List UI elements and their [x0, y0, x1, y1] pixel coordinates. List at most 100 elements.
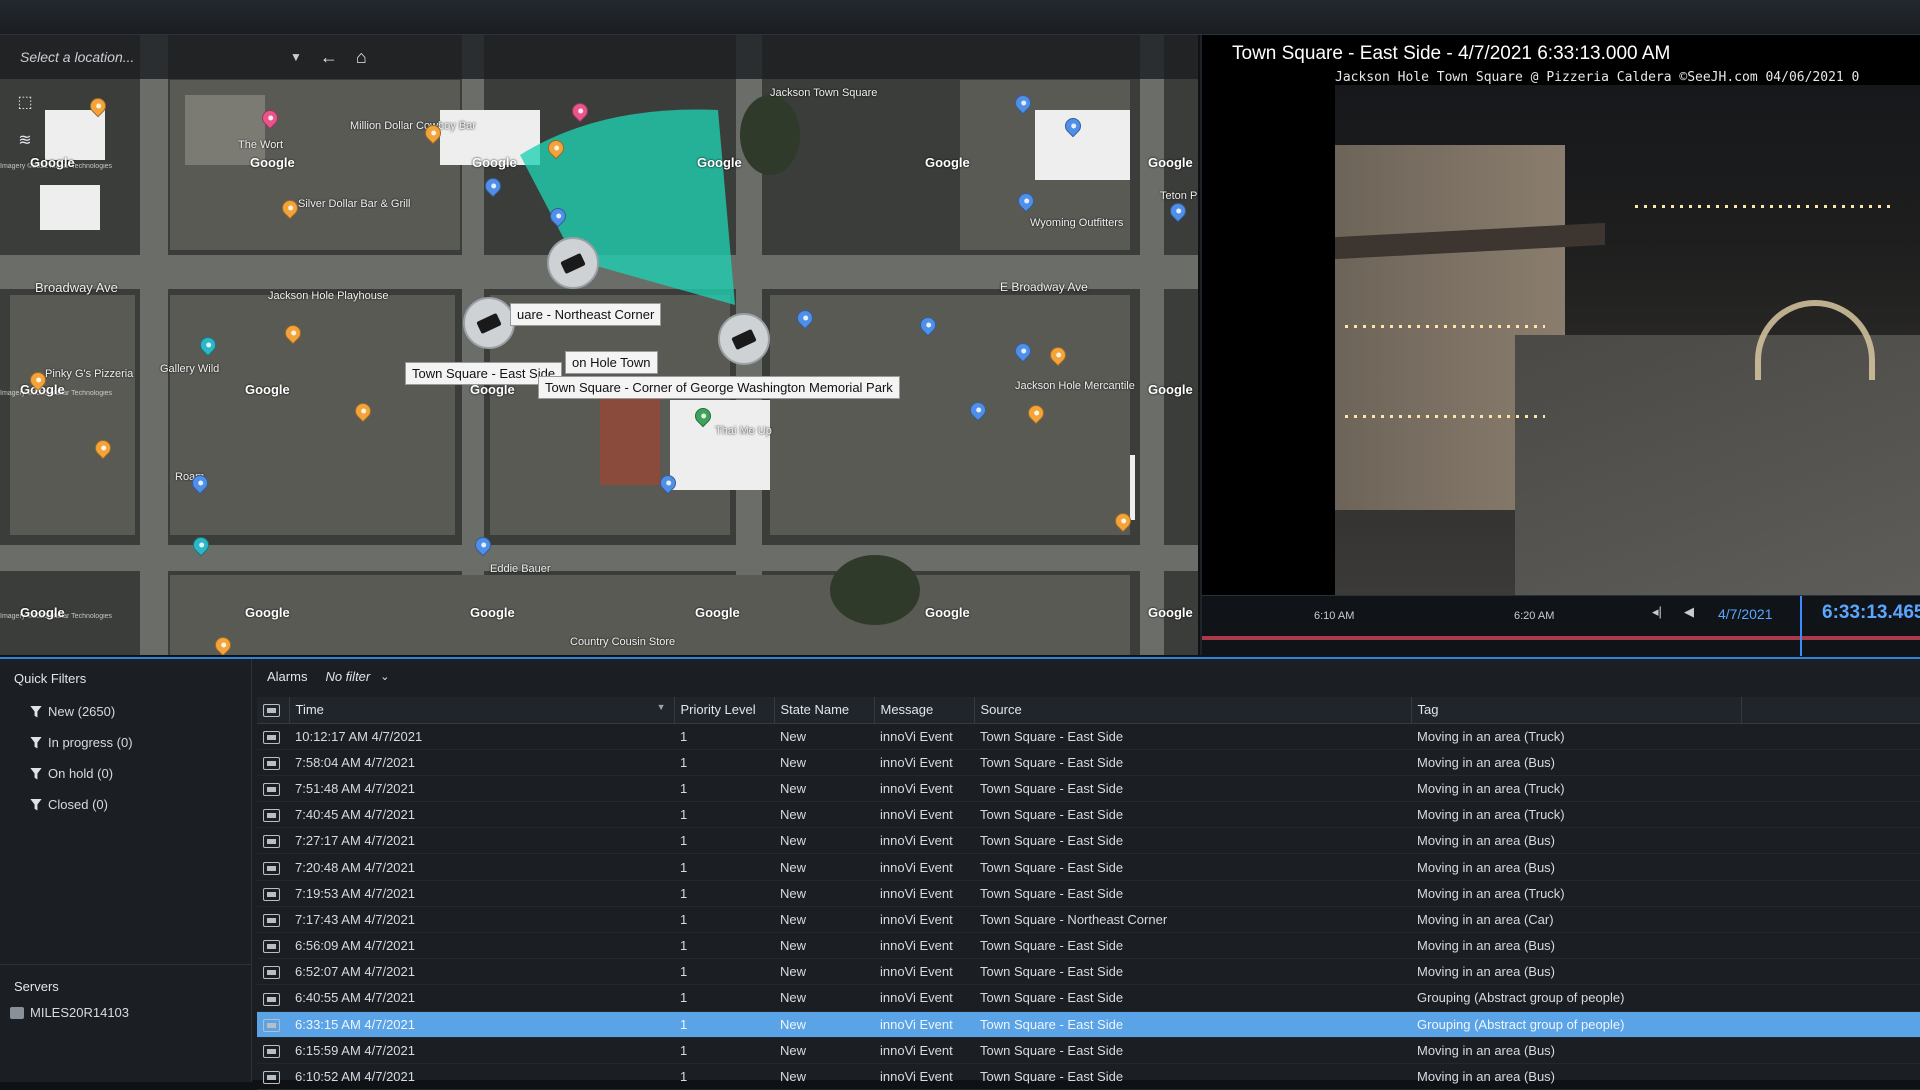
filter-label: Closed (0): [48, 797, 108, 812]
home-icon[interactable]: ⌂: [356, 47, 367, 68]
timeline-cursor[interactable]: [1800, 596, 1802, 656]
column-header-priority[interactable]: Priority Level: [674, 697, 775, 724]
play-reverse-icon[interactable]: ◀: [1684, 604, 1694, 620]
filter-new[interactable]: New (2650): [30, 704, 115, 719]
table-row[interactable]: 6:52:07 AM 4/7/2021 1 New innoVi Event Town …: [257, 958, 1920, 986]
alarm-state: New: [774, 1011, 874, 1038]
alarm-priority: 1: [674, 932, 774, 960]
column-header-tag[interactable]: Tag: [1411, 697, 1742, 724]
camera-label[interactable]: on Hole Town: [565, 351, 658, 374]
table-row[interactable]: 6:10:52 AM 4/7/2021 1 New innoVi Event Town …: [257, 1063, 1920, 1090]
alarms-table: Time ▼ Priority Level State Name Message …: [257, 697, 1920, 1090]
alarm-time: 10:12:17 AM 4/7/2021: [289, 723, 674, 750]
alarm-extra-cell: [1741, 880, 1920, 907]
map-place-label: Teton Pines: [1160, 190, 1198, 202]
alarm-time: 6:40:55 AM 4/7/2021: [289, 984, 674, 1012]
alarm-icon-cell: [257, 801, 289, 829]
alarm-tag: Moving in an area (Bus): [1411, 932, 1741, 960]
google-attribution: Google: [697, 155, 742, 170]
table-row[interactable]: 6:40:55 AM 4/7/2021 1 New innoVi Event Town …: [257, 984, 1920, 1012]
video-panel[interactable]: Town Square - East Side - 4/7/2021 6:33:…: [1200, 35, 1920, 656]
layers-icon[interactable]: ≋: [10, 125, 40, 155]
alarm-message: innoVi Event: [874, 1037, 974, 1064]
camera-icon[interactable]: [547, 237, 599, 289]
column-header-time[interactable]: Time ▼: [289, 697, 675, 724]
camera-label[interactable]: uare - Northeast Corner: [510, 303, 662, 326]
alarm-icon-cell: [257, 932, 289, 960]
column-header-icon[interactable]: [257, 697, 290, 724]
alarm-icon: [263, 730, 280, 744]
alarm-message: innoVi Event: [874, 984, 974, 1012]
video-lights: [1345, 325, 1545, 328]
back-arrow-icon[interactable]: ←: [320, 47, 338, 68]
alarm-priority: 1: [674, 723, 774, 750]
alarms-filter-select[interactable]: No filter: [325, 669, 370, 684]
camera-icon[interactable]: [718, 313, 770, 365]
camera-label[interactable]: Town Square - Corner of George Washingto…: [538, 376, 900, 399]
table-row[interactable]: 10:12:17 AM 4/7/2021 1 New innoVi Event Town…: [257, 723, 1920, 750]
filter-icon: [30, 736, 42, 749]
alarm-extra-cell: [1741, 853, 1920, 881]
alarms-table-body: 10:12:17 AM 4/7/2021 1 New innoVi Event Town…: [257, 723, 1920, 1090]
column-header-source[interactable]: Source: [974, 697, 1412, 724]
alarm-source: Town Square - Northeast Corner: [974, 906, 1411, 934]
google-attribution: Google: [695, 605, 740, 620]
alarm-state: New: [774, 932, 874, 960]
alarm-priority: 1: [674, 880, 774, 907]
table-row[interactable]: 7:20:48 AM 4/7/2021 1 New innoVi Event Town …: [257, 853, 1920, 881]
alarm-icon: [263, 1044, 280, 1058]
alarm-state: New: [774, 749, 874, 776]
chevron-down-icon[interactable]: ▼: [290, 50, 302, 64]
map-view[interactable]: Imagery ©2021 Maxar Technologies Imagery…: [0, 35, 1198, 655]
alarms-header-row: Time ▼ Priority Level State Name Message …: [257, 697, 1920, 724]
column-header-message[interactable]: Message: [874, 697, 975, 724]
alarm-icon-cell: [257, 749, 289, 776]
alarm-priority: 1: [674, 775, 774, 803]
timeline-tick-label: 6:20 AM: [1514, 610, 1555, 622]
alarm-source: Town Square - East Side: [974, 932, 1411, 960]
table-row[interactable]: 7:19:53 AM 4/7/2021 1 New innoVi Event Town …: [257, 880, 1920, 907]
table-row[interactable]: 7:58:04 AM 4/7/2021 1 New innoVi Event Town …: [257, 749, 1920, 776]
playback-timeline[interactable]: 6:10 AM 6:20 AM ◂| ◀ 4/7/2021 6:33:13.46…: [1202, 595, 1920, 656]
alarm-state: New: [774, 775, 874, 803]
filter-icon: [30, 767, 42, 780]
filter-in-progress[interactable]: In progress (0): [30, 735, 133, 750]
table-row[interactable]: 7:27:17 AM 4/7/2021 1 New innoVi Event Town …: [257, 827, 1920, 855]
alarm-icon-cell: [257, 827, 289, 855]
alarm-time: 7:17:43 AM 4/7/2021: [289, 906, 674, 934]
alarm-state: New: [774, 1063, 874, 1090]
map-street-label: E Broadway Ave: [1000, 280, 1088, 294]
table-row[interactable]: 7:17:43 AM 4/7/2021 1 New innoVi Event Town …: [257, 906, 1920, 934]
filter-on-hold[interactable]: On hold (0): [30, 766, 113, 781]
alarm-time: 7:51:48 AM 4/7/2021: [289, 775, 674, 803]
chevron-down-icon[interactable]: ⌄: [380, 670, 389, 683]
camera-icon[interactable]: [463, 297, 515, 349]
table-row[interactable]: 6:56:09 AM 4/7/2021 1 New innoVi Event Town …: [257, 932, 1920, 960]
alarm-source: Town Square - East Side: [974, 723, 1411, 750]
google-attribution: Google: [245, 605, 290, 620]
alarm-state: New: [774, 723, 874, 750]
alarm-source: Town Square - East Side: [974, 853, 1411, 881]
column-header-state[interactable]: State Name: [774, 697, 875, 724]
location-select[interactable]: Select a location...: [20, 49, 280, 65]
select-icon[interactable]: ⬚: [10, 87, 40, 117]
alarm-time: 6:10:52 AM 4/7/2021: [289, 1063, 674, 1090]
table-row[interactable]: 6:33:15 AM 4/7/2021 1 New innoVi Event Town …: [257, 1011, 1920, 1038]
table-row[interactable]: 7:40:45 AM 4/7/2021 1 New innoVi Event Town …: [257, 801, 1920, 829]
alarms-header: Alarms No filter ⌄: [253, 659, 1920, 693]
camera-video-frame[interactable]: [1335, 85, 1920, 595]
timeline-track[interactable]: [1202, 636, 1920, 640]
alarm-extra-cell: [1741, 932, 1920, 960]
alarm-source: Town Square - East Side: [974, 880, 1411, 907]
filter-closed[interactable]: Closed (0): [30, 797, 108, 812]
google-attribution: Google: [250, 155, 295, 170]
skip-back-icon[interactable]: ◂|: [1652, 604, 1662, 620]
server-item[interactable]: MILES20R14103: [10, 1005, 129, 1020]
table-row[interactable]: 7:51:48 AM 4/7/2021 1 New innoVi Event Town …: [257, 775, 1920, 803]
alarm-icon: [263, 913, 280, 927]
table-row[interactable]: 6:15:59 AM 4/7/2021 1 New innoVi Event Town …: [257, 1037, 1920, 1064]
sort-desc-icon: ▼: [656, 702, 666, 713]
filter-label: On hold (0): [48, 766, 114, 781]
map-place-label: Wyoming Outfitters: [1030, 217, 1124, 229]
alarm-message: innoVi Event: [874, 749, 974, 776]
